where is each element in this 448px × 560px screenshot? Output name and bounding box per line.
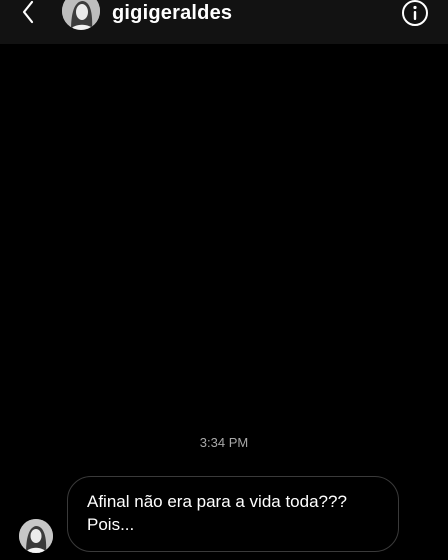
profile-avatar[interactable] [62, 0, 100, 30]
chevron-left-icon [22, 0, 34, 24]
chat-header: gigigeraldes [0, 0, 448, 44]
avatar-photo [62, 0, 100, 30]
message-text-line: Afinal não era para a vida toda??? [87, 492, 347, 511]
avatar-photo [19, 519, 53, 553]
message-bubble[interactable]: Afinal não era para a vida toda??? Pois.… [67, 476, 399, 552]
info-icon [402, 0, 428, 26]
message-timestamp: 3:34 PM [199, 435, 249, 450]
sender-avatar[interactable] [19, 519, 53, 553]
message-row: Afinal não era para a vida toda??? Pois.… [0, 476, 448, 560]
message-text-line: Pois... [87, 515, 135, 534]
back-button[interactable] [16, 0, 42, 26]
info-button[interactable] [401, 0, 429, 27]
chat-username[interactable]: gigigeraldes [112, 1, 232, 25]
